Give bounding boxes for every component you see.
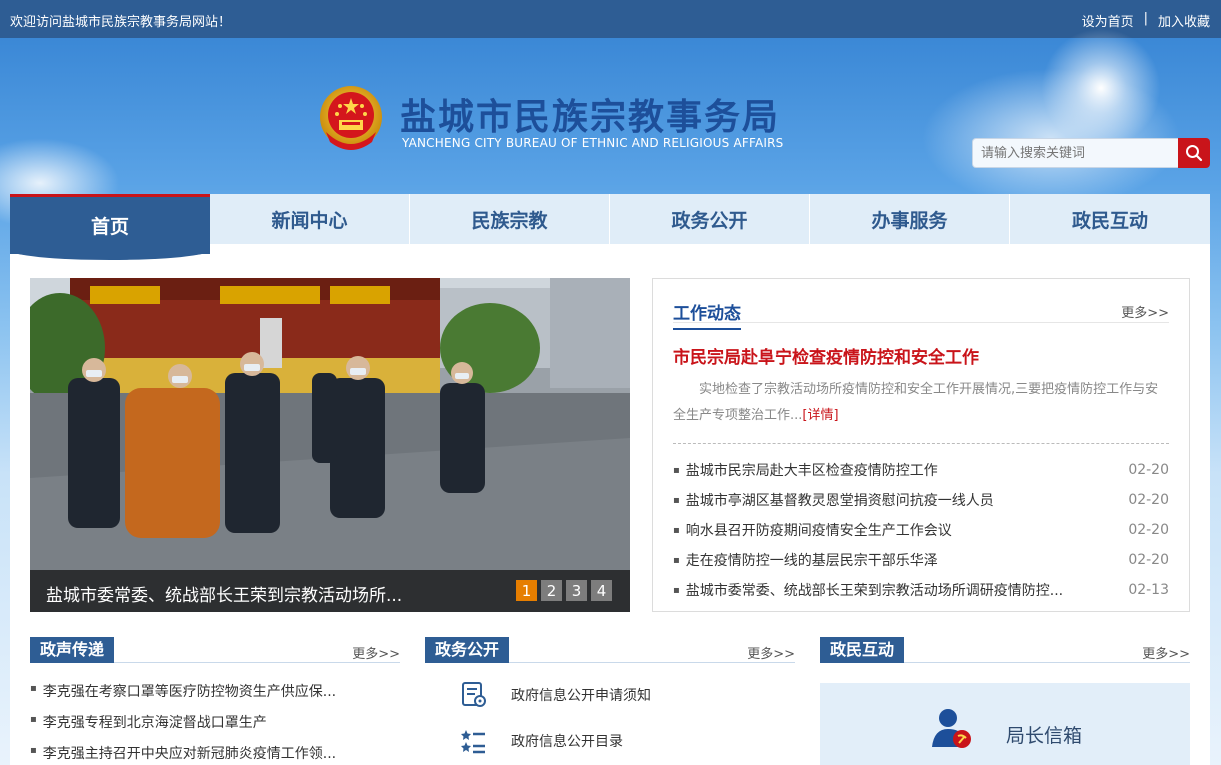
- work-news-headline[interactable]: 市民宗局赴阜宁检查疫情防控和安全工作: [673, 343, 979, 368]
- add-favorite-link[interactable]: 加入收藏: [1158, 11, 1210, 30]
- site-title: 盐城市民族宗教事务局: [400, 96, 781, 138]
- slideshow-photo: [30, 278, 630, 612]
- slideshow-caption-bar: 盐城市委常委、统战部长王荣到宗教活动场所... 1 2 3 4: [30, 570, 630, 612]
- work-news-panel: 工作动态 更多>> 市民宗局赴阜宁检查疫情防控和安全工作 实地检查了宗教活动场所…: [652, 278, 1190, 612]
- top-links-divider: |: [1143, 11, 1148, 26]
- gov-open-apply-notice[interactable]: 政府信息公开申请须知: [461, 681, 651, 709]
- work-news-detail-link[interactable]: [详情]: [802, 408, 838, 423]
- slideshow-page-1[interactable]: 1: [516, 580, 537, 601]
- top-bar: 欢迎访问盐城市民族宗教事务局网站！ 设为首页 | 加入收藏: [0, 0, 1221, 38]
- gov-open-title: 政务公开: [425, 637, 510, 663]
- slideshow-page-3[interactable]: 3: [566, 580, 587, 601]
- gov-voice-more-link[interactable]: 更多>>: [352, 643, 400, 662]
- search-box: [972, 138, 1210, 168]
- list-item[interactable]: 李克强专程到北京海淀督战口罩生产: [30, 706, 400, 737]
- national-emblem-icon: [320, 86, 382, 150]
- search-input[interactable]: [972, 138, 1178, 168]
- list-item[interactable]: 走在疫情防控一线的基层民宗干部乐华泽 02-20: [673, 545, 1169, 575]
- list-item-date: 02-20: [1128, 522, 1169, 538]
- gov-open-catalog[interactable]: 政府信息公开目录: [461, 727, 623, 755]
- slideshow-page-4[interactable]: 4: [591, 580, 612, 601]
- search-icon: [1186, 145, 1203, 162]
- gov-voice-section: 政声传递 更多>> 李克强在考察口罩等医疗防控物资生产供应保... 李克强专程到…: [30, 637, 400, 765]
- list-item-title[interactable]: 盐城市委常委、统战部长王荣到宗教活动场所调研疫情防控...: [673, 580, 1063, 600]
- director-mailbox-label: 局长信箱: [1006, 725, 1083, 747]
- list-item-title[interactable]: 盐城市亭湖区基督教灵恩堂捐资慰问抗疫一线人员: [673, 490, 994, 510]
- welcome-text: 欢迎访问盐城市民族宗教事务局网站！: [10, 15, 232, 30]
- list-item-date: 02-20: [1128, 552, 1169, 568]
- nav-item-services[interactable]: 办事服务: [810, 194, 1010, 244]
- list-item-date: 02-13: [1128, 582, 1169, 598]
- interaction-more-link[interactable]: 更多>>: [1142, 643, 1190, 662]
- gov-voice-list: 李克强在考察口罩等医疗防控物资生产供应保... 李克强专程到北京海淀督战口罩生产…: [30, 675, 400, 765]
- list-item-date: 02-20: [1128, 492, 1169, 508]
- set-home-link[interactable]: 设为首页: [1082, 11, 1134, 30]
- nav-item-news[interactable]: 新闻中心: [210, 194, 410, 244]
- nav-item-interaction[interactable]: 政民互动: [1010, 194, 1210, 244]
- nav-item-home[interactable]: 首页: [10, 194, 210, 260]
- list-item[interactable]: 盐城市民宗局赴大丰区检查疫情防控工作 02-20: [673, 455, 1169, 485]
- interaction-section: 政民互动 更多>> 局长信箱: [820, 637, 1190, 765]
- slideshow-page-2[interactable]: 2: [541, 580, 562, 601]
- work-news-summary-text: 实地检查了宗教活动场所疫情防控和安全工作开展情况,三要把疫情防控工作与安全生产专…: [673, 382, 1159, 423]
- work-news-more-link[interactable]: 更多>>: [1121, 302, 1169, 321]
- interaction-title: 政民互动: [820, 637, 905, 663]
- slideshow-caption[interactable]: 盐城市委常委、统战部长王荣到宗教活动场所...: [46, 581, 402, 606]
- gov-open-section: 政务公开 更多>> 政府信息公开申请须知 政府信息公开目录: [425, 637, 795, 765]
- work-news-list: 盐城市民宗局赴大丰区检查疫情防控工作 02-20 盐城市亭湖区基督教灵恩堂捐资慰问…: [673, 455, 1169, 605]
- slideshow-pager: 1 2 3 4: [516, 580, 612, 601]
- list-item-date: 02-20: [1128, 462, 1169, 478]
- search-button[interactable]: [1178, 138, 1210, 168]
- list-item-title[interactable]: 盐城市民宗局赴大丰区检查疫情防控工作: [673, 460, 938, 480]
- list-item[interactable]: 响水县召开防疫期间疫情安全生产工作会议 02-20: [673, 515, 1169, 545]
- list-item[interactable]: 李克强主持召开中央应对新冠肺炎疫情工作领...: [30, 737, 400, 765]
- gov-voice-title: 政声传递: [30, 637, 115, 663]
- nav-item-ethnic-religion[interactable]: 民族宗教: [410, 194, 610, 244]
- gov-open-item-label: 政府信息公开申请须知: [511, 688, 651, 704]
- work-news-title: 工作动态: [673, 299, 741, 330]
- list-item[interactable]: 盐城市委常委、统战部长王荣到宗教活动场所调研疫情防控... 02-13: [673, 575, 1169, 605]
- document-icon: [462, 682, 486, 707]
- divider: [673, 443, 1169, 444]
- list-item-title[interactable]: 响水县召开防疫期间疫情安全生产工作会议: [673, 520, 952, 540]
- main-nav: 首页 新闻中心 民族宗教 政务公开 办事服务 政民互动: [10, 194, 1210, 260]
- director-mailbox-button[interactable]: 局长信箱: [820, 683, 1190, 765]
- site-subtitle: YANCHENG CITY BUREAU OF ETHNIC AND RELIG…: [402, 136, 784, 150]
- work-news-header: 工作动态 更多>>: [673, 299, 1169, 330]
- list-icon: [461, 730, 485, 754]
- interaction-header: 政民互动 更多>>: [820, 637, 1190, 663]
- list-item[interactable]: 盐城市亭湖区基督教灵恩堂捐资慰问抗疫一线人员 02-20: [673, 485, 1169, 515]
- gov-open-header: 政务公开 更多>>: [425, 637, 795, 663]
- gov-open-more-link[interactable]: 更多>>: [747, 643, 795, 662]
- gov-open-item-label: 政府信息公开目录: [511, 734, 623, 750]
- nav-item-gov-affairs[interactable]: 政务公开: [610, 194, 810, 244]
- news-slideshow[interactable]: 盐城市委常委、统战部长王荣到宗教活动场所... 1 2 3 4: [30, 278, 630, 612]
- work-news-summary: 实地检查了宗教活动场所疫情防控和安全工作开展情况,三要把疫情防控工作与安全生产专…: [673, 377, 1169, 429]
- list-item[interactable]: 李克强在考察口罩等医疗防控物资生产供应保...: [30, 675, 400, 706]
- list-item-title[interactable]: 走在疫情防控一线的基层民宗干部乐华泽: [673, 550, 938, 570]
- director-icon: [932, 709, 971, 748]
- gov-voice-header: 政声传递 更多>>: [30, 637, 400, 663]
